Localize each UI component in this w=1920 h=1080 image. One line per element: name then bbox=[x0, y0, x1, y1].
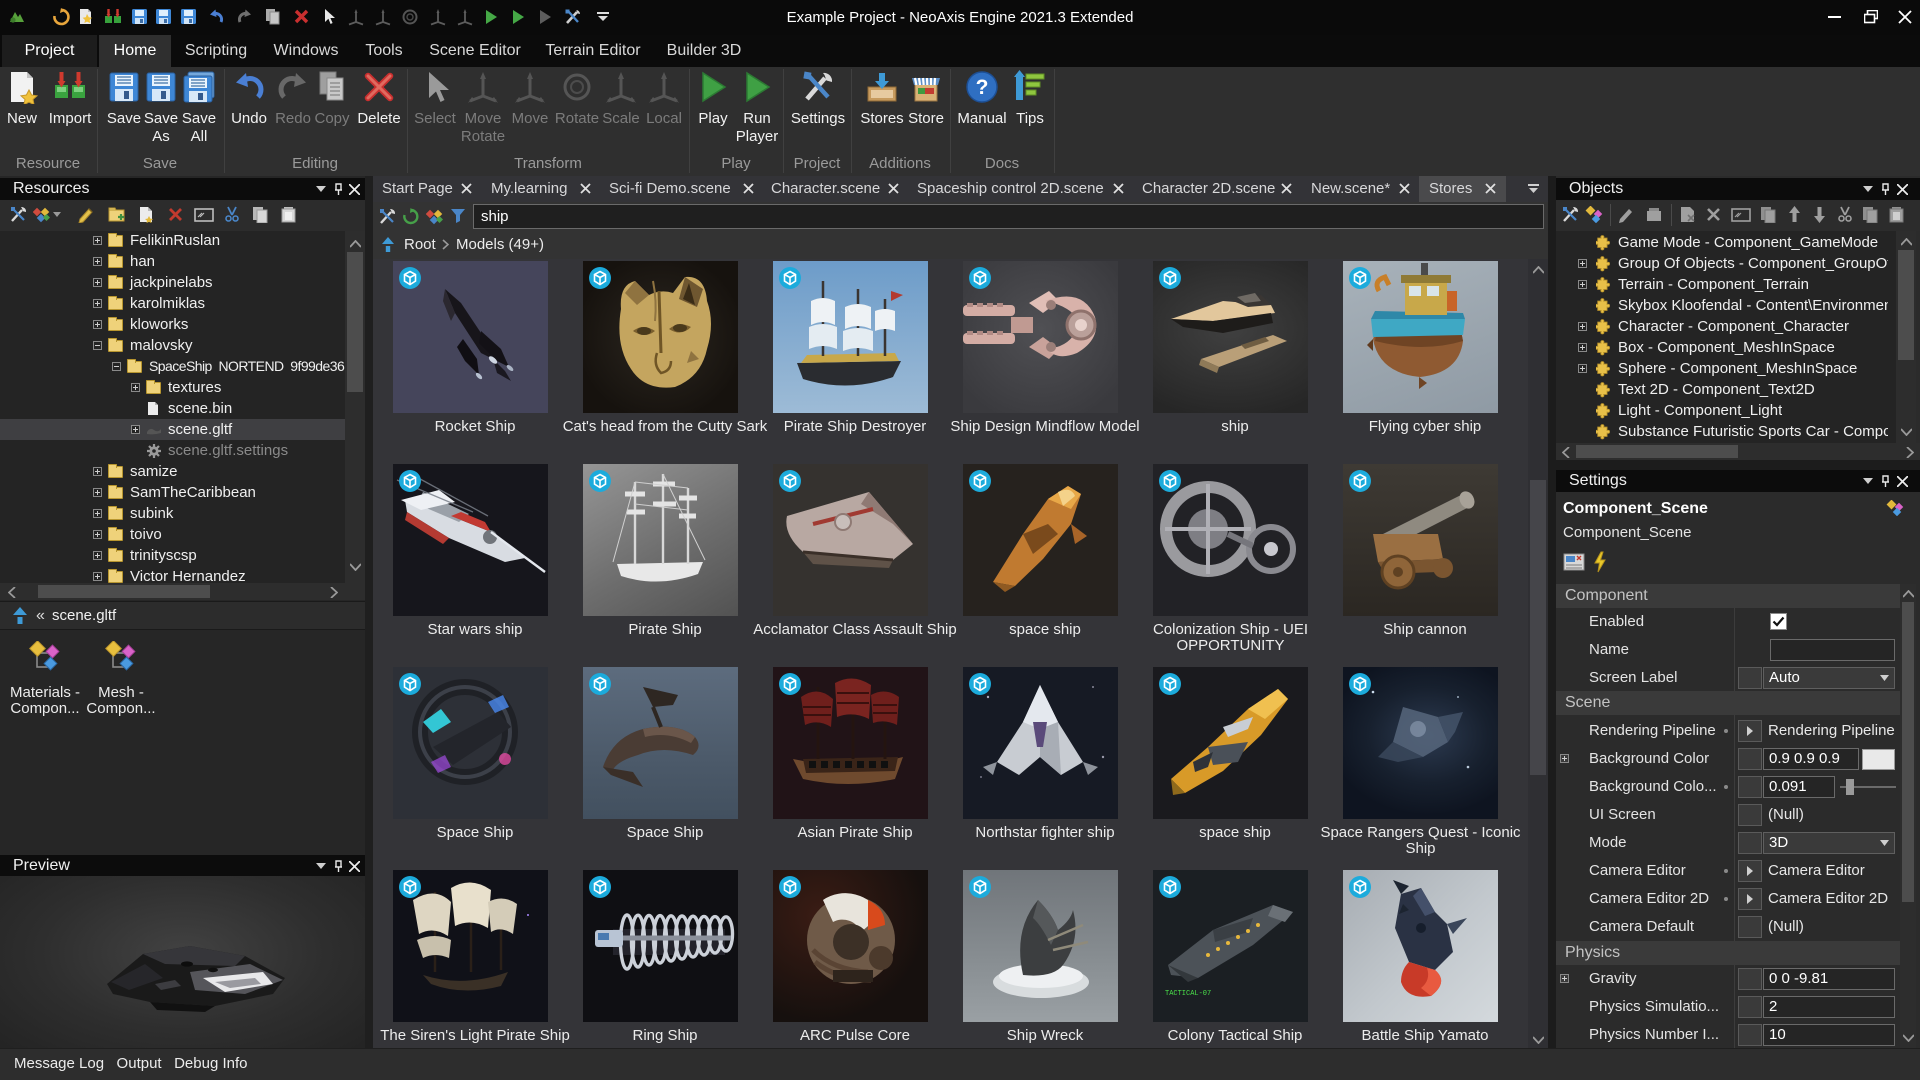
svg-text:?: ? bbox=[976, 76, 989, 99]
svg-text:TACTICAL-07: TACTICAL-07 bbox=[1165, 990, 1211, 998]
